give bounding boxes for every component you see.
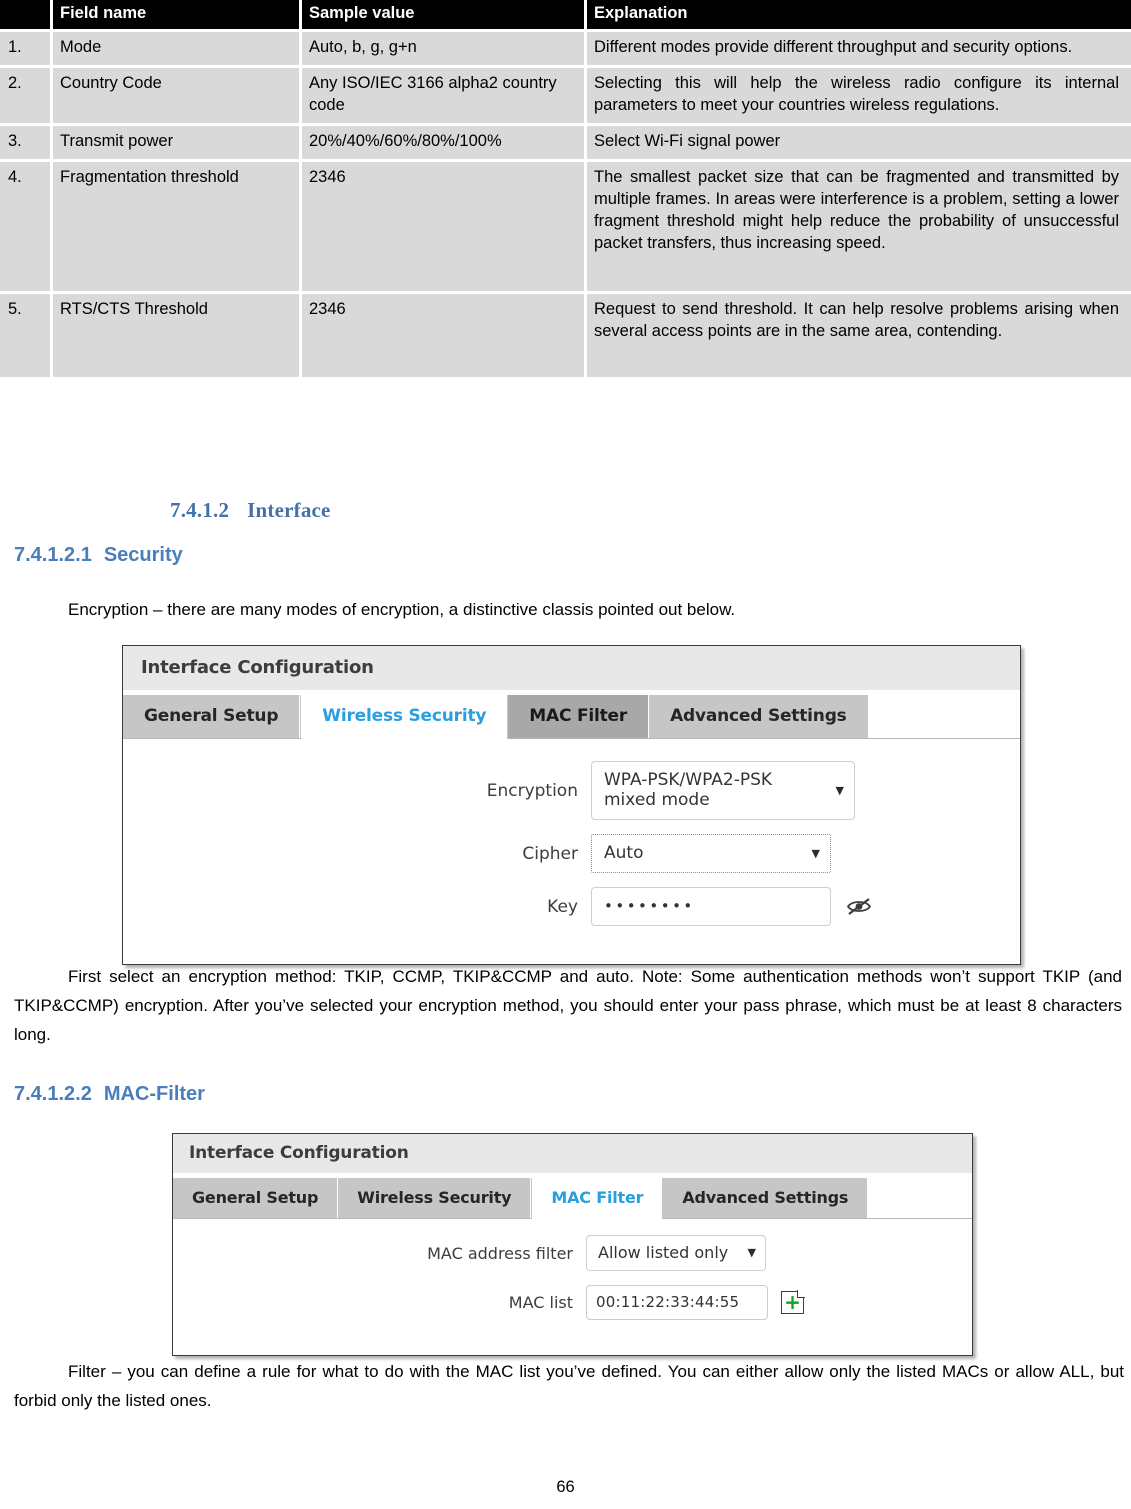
row-explanation: The smallest packet size that can be fra… [587, 161, 1131, 294]
security-form: Encryption WPA-PSK/WPA2-PSK mixed mode ▼… [123, 739, 1020, 926]
column-header-field-name: Field name [53, 0, 302, 32]
paragraph-encryption-intro: Encryption – there are many modes of enc… [68, 600, 736, 619]
row-index: 3. [0, 125, 53, 162]
tab-advanced-settings[interactable]: Advanced Settings [663, 1178, 869, 1218]
table-row: 4. Fragmentation threshold 2346 The smal… [0, 161, 1131, 294]
panel-title: Interface Configuration [123, 646, 1020, 690]
form-row-cipher: Cipher Auto ▼ [123, 834, 1020, 873]
table-row: 1. Mode Auto, b, g, g+n Different modes … [0, 31, 1131, 68]
row-sample-value: 2346 [302, 293, 587, 377]
form-row-mac-list: MAC list 00:11:22:33:44:55 + [173, 1285, 972, 1320]
column-header-explanation: Explanation [587, 0, 1131, 32]
column-header-index [0, 0, 53, 32]
wireless-settings-table: Field name Sample value Explanation 1. M… [0, 0, 1131, 377]
row-explanation: Selecting this will help the wireless ra… [587, 67, 1131, 126]
key-label: Key [547, 896, 578, 917]
form-row-encryption: Encryption WPA-PSK/WPA2-PSK mixed mode ▼ [123, 761, 1020, 820]
paragraph-mac-filter-rule: Filter – you can define a rule for what … [14, 1362, 1124, 1411]
tab-mac-filter[interactable]: MAC Filter [531, 1178, 664, 1219]
chevron-down-icon: ▼ [811, 846, 820, 860]
page-number: 66 [556, 1478, 575, 1496]
encryption-label: Encryption [486, 780, 578, 801]
mac-list-input[interactable]: 00:11:22:33:44:55 [586, 1285, 768, 1320]
table-row: 2. Country Code Any ISO/IEC 3166 alpha2 … [0, 67, 1131, 126]
chevron-down-icon: ▼ [835, 783, 844, 797]
chevron-down-icon: ▼ [747, 1246, 756, 1259]
cipher-selected-value: Auto [604, 843, 644, 863]
heading-security-number: 7.4.1.2.1 [14, 544, 92, 566]
row-explanation: Select Wi-Fi signal power [587, 125, 1131, 162]
heading-mac-filter-title: MAC-Filter [103, 1083, 205, 1105]
form-row-mac-address-filter: MAC address filter Allow listed only ▼ [173, 1235, 972, 1271]
mac-address-filter-select[interactable]: Allow listed only ▼ [586, 1235, 766, 1271]
plus-glyph: + [784, 1290, 801, 1314]
eye-slash-icon[interactable] [846, 897, 872, 916]
row-field-name: RTS/CTS Threshold [53, 293, 302, 377]
table-header-row: Field name Sample value Explanation [0, 0, 1131, 32]
tab-general-setup[interactable]: General Setup [173, 1178, 339, 1218]
column-header-sample-value: Sample value [302, 0, 587, 32]
row-index: 2. [0, 67, 53, 126]
tab-general-setup[interactable]: General Setup [123, 695, 301, 738]
tab-advanced-settings[interactable]: Advanced Settings [649, 695, 869, 738]
cipher-label: Cipher [522, 843, 578, 864]
screenshot-interface-configuration-security: Interface Configuration General Setup Wi… [122, 645, 1021, 965]
row-field-name: Country Code [53, 67, 302, 126]
form-row-key: Key •••••••• [123, 887, 1020, 926]
tab-bar: General Setup Wireless Security MAC Filt… [173, 1178, 972, 1219]
row-index: 5. [0, 293, 53, 377]
mac-address-filter-selected-value: Allow listed only [598, 1243, 729, 1262]
row-sample-value: Any ISO/IEC 3166 alpha2 country code [302, 67, 587, 126]
mac-address-filter-label: MAC address filter [427, 1243, 573, 1263]
heading-interface-number: 7.4.1.2 [170, 498, 230, 522]
encryption-select[interactable]: WPA-PSK/WPA2-PSK mixed mode ▼ [591, 761, 855, 820]
table-row: 5. RTS/CTS Threshold 2346 Request to sen… [0, 293, 1131, 377]
heading-mac-filter-number: 7.4.1.2.2 [14, 1083, 92, 1105]
row-index: 1. [0, 31, 53, 68]
heading-security-title: Security [103, 544, 183, 566]
row-index: 4. [0, 161, 53, 294]
mac-filter-form: MAC address filter Allow listed only ▼ M… [173, 1219, 972, 1320]
screenshot-interface-configuration-mac-filter: Interface Configuration General Setup Wi… [172, 1133, 973, 1356]
heading-security: 7.4.1.2.1 Security [14, 544, 183, 567]
row-explanation: Request to send threshold. It can help r… [587, 293, 1131, 377]
paragraph-encryption-method: First select an encryption method: TKIP,… [14, 967, 1122, 1045]
row-field-name: Mode [53, 31, 302, 68]
cipher-select[interactable]: Auto ▼ [591, 834, 831, 873]
panel-title: Interface Configuration [173, 1134, 972, 1173]
heading-interface: 7.4.1.2 Interface [170, 498, 331, 523]
tab-wireless-security[interactable]: Wireless Security [338, 1178, 532, 1218]
tab-bar: General Setup Wireless Security MAC Filt… [123, 695, 1020, 739]
row-sample-value: 2346 [302, 161, 587, 294]
tab-wireless-security[interactable]: Wireless Security [300, 695, 509, 739]
row-field-name: Transmit power [53, 125, 302, 162]
key-input[interactable]: •••••••• [591, 887, 831, 926]
heading-mac-filter: 7.4.1.2.2 MAC-Filter [14, 1083, 205, 1106]
mac-list-label: MAC list [508, 1293, 573, 1312]
table-row: 3. Transmit power 20%/40%/60%/80%/100% S… [0, 125, 1131, 162]
row-sample-value: 20%/40%/60%/80%/100% [302, 125, 587, 162]
add-page-icon[interactable]: + [781, 1290, 805, 1314]
row-explanation: Different modes provide different throug… [587, 31, 1131, 68]
heading-interface-title: Interface [247, 498, 331, 522]
encryption-selected-value: WPA-PSK/WPA2-PSK mixed mode [604, 770, 773, 810]
row-sample-value: Auto, b, g, g+n [302, 31, 587, 68]
row-field-name: Fragmentation threshold [53, 161, 302, 294]
tab-mac-filter[interactable]: MAC Filter [508, 695, 650, 738]
